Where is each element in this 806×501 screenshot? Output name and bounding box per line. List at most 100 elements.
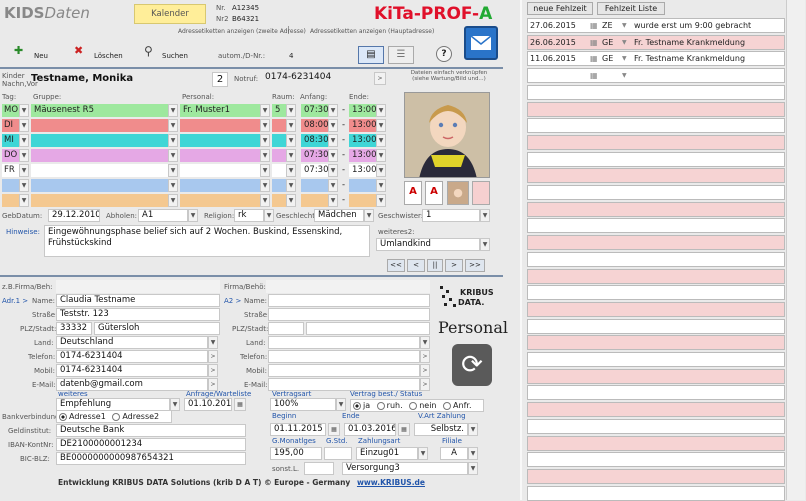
group-cell[interactable]	[31, 194, 168, 207]
land2-field[interactable]	[268, 336, 420, 349]
weiteres2-field[interactable]: Umlandkind	[376, 238, 480, 251]
abholen-dropdown[interactable]: ▼	[188, 209, 198, 222]
status-nein[interactable]: nein	[409, 401, 437, 410]
vertragsart-dropdown[interactable]: ▼	[336, 398, 346, 411]
end-dropdown[interactable]: ▼	[376, 104, 386, 117]
nav-stop-button[interactable]: ||	[427, 259, 443, 272]
absence-row[interactable]	[527, 435, 785, 451]
raum-cell[interactable]	[272, 179, 286, 192]
firma2-field[interactable]	[266, 280, 430, 293]
group-cell[interactable]	[31, 164, 168, 177]
personal-cell[interactable]	[180, 179, 260, 192]
start-dropdown[interactable]: ▼	[328, 134, 338, 147]
raum-cell[interactable]	[272, 134, 286, 147]
end-cell[interactable]: 13:00	[349, 119, 376, 132]
land2-dropdown[interactable]: ▼	[420, 336, 430, 349]
schedule-day-cell[interactable]: FR	[2, 164, 19, 177]
group-cell[interactable]	[31, 179, 168, 192]
ende-field[interactable]: 01.03.2016	[344, 423, 396, 436]
tel-go[interactable]: >	[208, 350, 218, 363]
personal-cell[interactable]	[180, 164, 260, 177]
name2-field[interactable]	[268, 294, 430, 307]
absence-row[interactable]	[527, 268, 785, 284]
status-anfr[interactable]: Anfr.	[443, 401, 472, 410]
absence-row[interactable]	[527, 101, 785, 117]
strasse-field[interactable]: Teststr. 123	[56, 308, 220, 321]
status-ja[interactable]: ja	[353, 401, 370, 410]
start-dropdown[interactable]: ▼	[328, 149, 338, 162]
absence-row[interactable]	[527, 468, 785, 484]
mail-button[interactable]	[464, 26, 498, 60]
group-cell[interactable]	[31, 134, 168, 147]
end-cell[interactable]	[349, 194, 376, 207]
addr-labels-second-link[interactable]: Adressetiketten anzeigen (zweite Adresse…	[178, 28, 306, 35]
personal-dropdown[interactable]: ▼	[260, 164, 270, 177]
raum-dropdown[interactable]: ▼	[286, 134, 296, 147]
day-dropdown[interactable]: ▼	[19, 119, 29, 132]
geb-field[interactable]: 29.12.2010	[48, 209, 100, 222]
footer-link[interactable]: www.KRIBUS.de	[357, 478, 425, 487]
absence-row[interactable]	[527, 84, 785, 100]
child-name-field[interactable]: Testname, Monika	[28, 72, 208, 87]
raum-cell[interactable]: 5	[272, 104, 286, 117]
nav-prev-button[interactable]: <	[407, 259, 425, 272]
calendar-button[interactable]: Kalender	[134, 4, 206, 24]
personal-link[interactable]: Personal	[438, 318, 508, 337]
end-cell[interactable]: 13:00	[349, 104, 376, 117]
delete-button[interactable]: ✖ Löschen	[74, 44, 123, 62]
absence-row[interactable]	[527, 168, 785, 184]
stadt2-field[interactable]	[306, 322, 430, 335]
stadt-field[interactable]: Gütersloh	[94, 322, 220, 335]
child-number-field[interactable]: 2	[212, 72, 228, 87]
help-button[interactable]: ?	[436, 46, 452, 62]
day-dropdown[interactable]: ▼	[19, 194, 29, 207]
personal-cell[interactable]	[180, 194, 260, 207]
status-ruh[interactable]: ruh.	[376, 401, 403, 410]
absence-row[interactable]	[527, 151, 785, 167]
addr-labels-main-link[interactable]: Adressetiketten anzeigen (Hauptadresse)	[310, 28, 434, 35]
zahlungsart-dropdown[interactable]: ▼	[418, 447, 428, 460]
anfrage-calendar[interactable]: ▦	[234, 398, 246, 411]
absence-row[interactable]: 11.06.2015 ▦ GE ▼ Fr. Testname Krankmeldung	[527, 51, 785, 67]
refresh-button[interactable]: ⟳	[452, 344, 492, 386]
absence-row[interactable]	[527, 134, 785, 150]
nav-last-button[interactable]: >>	[465, 259, 485, 272]
child-photo[interactable]	[404, 92, 490, 178]
view-list-button[interactable]: ☰	[388, 46, 414, 64]
nav-next-button[interactable]: >	[445, 259, 463, 272]
absence-row[interactable]	[527, 251, 785, 267]
raum-dropdown[interactable]: ▼	[286, 179, 296, 192]
end-dropdown[interactable]: ▼	[376, 164, 386, 177]
zahlung-dropdown[interactable]: ▼	[468, 423, 478, 436]
start-cell[interactable]	[301, 179, 328, 192]
raum-dropdown[interactable]: ▼	[286, 149, 296, 162]
group-dropdown[interactable]: ▼	[168, 194, 178, 207]
abholen-field[interactable]: A1	[138, 209, 188, 222]
new-button[interactable]: ✚ Neu	[14, 44, 54, 62]
inst-field[interactable]: Deutsche Bank	[56, 424, 246, 437]
raum-cell[interactable]	[272, 194, 286, 207]
personal-dropdown[interactable]: ▼	[260, 179, 270, 192]
day-dropdown[interactable]: ▼	[19, 164, 29, 177]
group-dropdown[interactable]: ▼	[168, 179, 178, 192]
land-dropdown[interactable]: ▼	[208, 336, 218, 349]
group-dropdown[interactable]: ▼	[168, 119, 178, 132]
raum-cell[interactable]	[272, 149, 286, 162]
raum-dropdown[interactable]: ▼	[286, 194, 296, 207]
geschlecht-dropdown[interactable]: ▼	[364, 209, 374, 222]
personal-dropdown[interactable]: ▼	[260, 149, 270, 162]
beginn-calendar[interactable]: ▦	[328, 423, 340, 436]
geschlecht-field[interactable]: Mädchen	[314, 209, 364, 222]
absence-row[interactable]	[527, 301, 785, 317]
personal-dropdown[interactable]: ▼	[260, 119, 270, 132]
absence-row[interactable]	[527, 485, 785, 501]
end-dropdown[interactable]: ▼	[376, 134, 386, 147]
absence-row[interactable]	[527, 318, 785, 334]
filiale-field[interactable]: A	[440, 447, 468, 460]
start-dropdown[interactable]: ▼	[328, 179, 338, 192]
firma-field[interactable]	[56, 280, 220, 293]
raum-cell[interactable]	[272, 119, 286, 132]
bank-adr2-option[interactable]: Adresse2	[112, 412, 159, 421]
bank-adr1-option[interactable]: Adresse1	[59, 412, 106, 421]
absence-row[interactable]	[527, 235, 785, 251]
